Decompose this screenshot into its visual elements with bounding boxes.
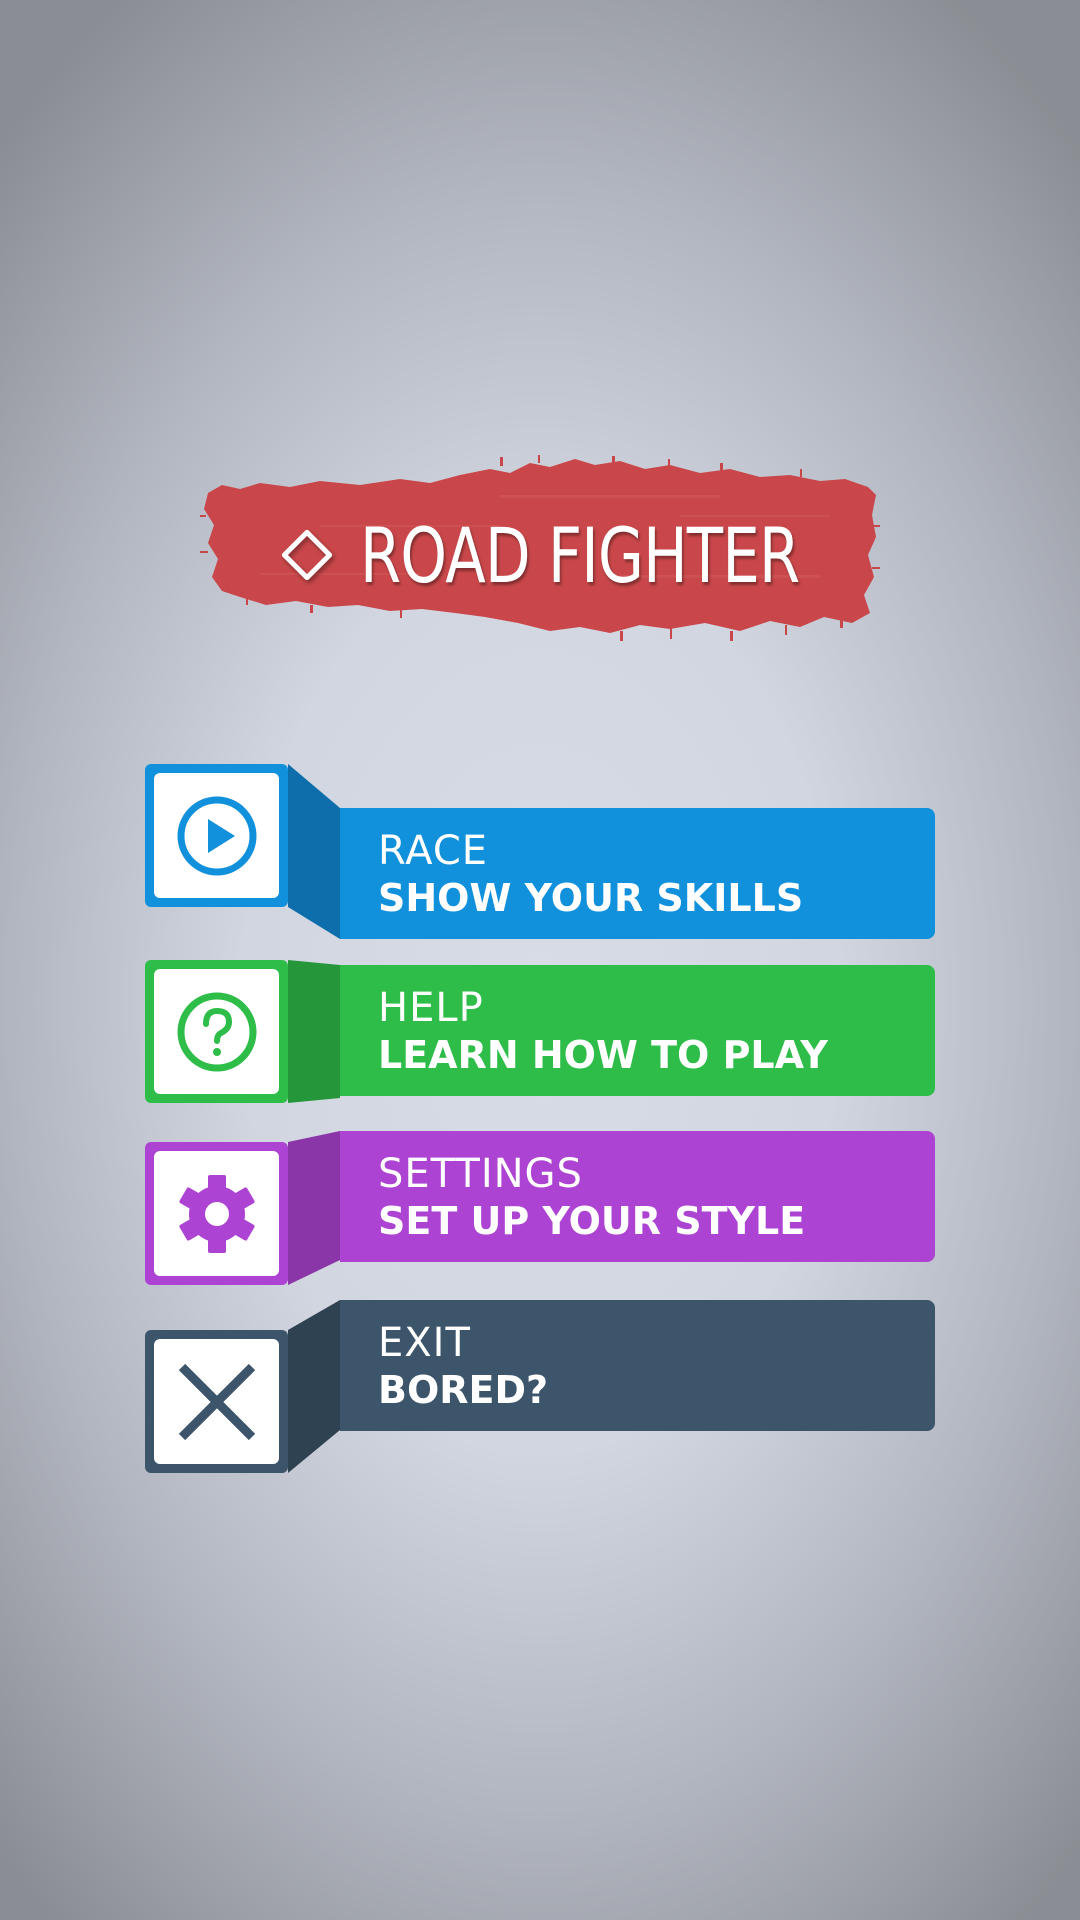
game-title-logo: ROAD FIGHTER	[200, 455, 880, 655]
race-icon-tile	[145, 764, 288, 907]
help-bar: HELP LEARN HOW TO PLAY	[340, 965, 935, 1096]
settings-icon-tile	[145, 1142, 288, 1285]
exit-subtitle: BORED?	[378, 1368, 549, 1412]
help-title: HELP	[378, 985, 484, 1031]
menu-item-settings[interactable]: SETTINGS SET UP YOUR STYLE	[145, 1131, 935, 1285]
exit-icon-tile	[145, 1330, 288, 1473]
game-title: ROAD FIGHTER	[360, 510, 800, 600]
exit-bar: EXIT BORED?	[340, 1300, 935, 1431]
settings-subtitle: SET UP YOUR STYLE	[378, 1199, 806, 1243]
close-icon	[178, 1363, 255, 1440]
settings-bar: SETTINGS SET UP YOUR STYLE	[340, 1131, 935, 1262]
exit-fold	[288, 1300, 340, 1473]
race-subtitle: SHOW YOUR SKILLS	[378, 876, 804, 920]
help-icon-tile	[145, 960, 288, 1103]
settings-fold	[288, 1131, 340, 1285]
menu-item-help[interactable]: HELP LEARN HOW TO PLAY	[145, 960, 935, 1103]
race-fold	[288, 764, 340, 939]
menu-item-exit[interactable]: EXIT BORED?	[145, 1300, 935, 1473]
gear-icon	[178, 1174, 255, 1253]
play-icon	[177, 796, 256, 875]
help-icon	[177, 992, 256, 1071]
title-row: ROAD FIGHTER	[200, 455, 880, 655]
race-bar: RACE SHOW YOUR SKILLS	[340, 808, 935, 939]
exit-title: EXIT	[378, 1320, 471, 1366]
race-title: RACE	[378, 828, 489, 874]
help-subtitle: LEARN HOW TO PLAY	[378, 1033, 828, 1077]
help-fold	[288, 960, 340, 1103]
diamond-icon	[282, 529, 333, 581]
menu-item-race[interactable]: RACE SHOW YOUR SKILLS	[145, 764, 935, 939]
settings-title: SETTINGS	[378, 1151, 583, 1197]
